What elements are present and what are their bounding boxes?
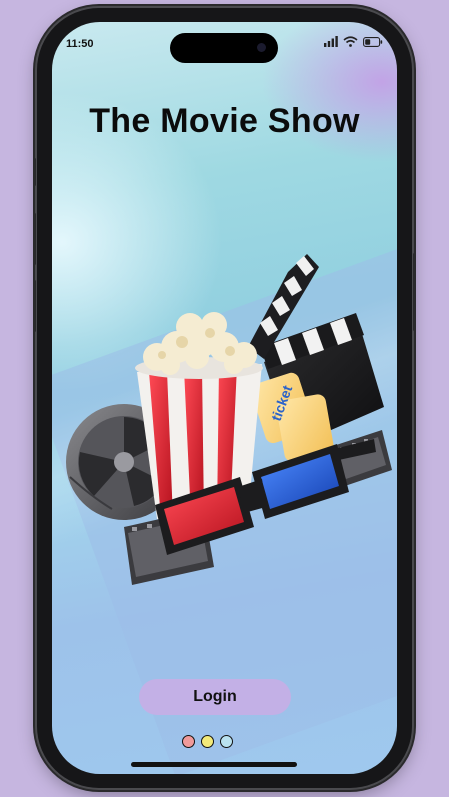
mute-switch	[33, 158, 36, 186]
page-dot-2[interactable]	[201, 735, 214, 748]
app-title: The Movie Show	[89, 102, 360, 140]
power-button	[413, 253, 416, 331]
page-dot-1[interactable]	[182, 735, 195, 748]
phone-frame: 11:50 The Movie Show ticket Login	[33, 8, 416, 788]
battery-icon	[363, 36, 383, 47]
dynamic-island	[170, 33, 278, 63]
pagination-dots	[182, 735, 233, 748]
page-dot-3[interactable]	[220, 735, 233, 748]
status-icons	[324, 36, 383, 47]
home-indicator[interactable]	[131, 762, 297, 767]
popcorn	[143, 312, 257, 375]
wifi-icon	[343, 36, 358, 47]
signal-icon	[324, 36, 338, 47]
login-button[interactable]: Login	[139, 679, 291, 715]
cinema-objects-illustration: ticket	[66, 254, 392, 585]
status-time: 11:50	[66, 38, 94, 50]
volume-up-button	[33, 213, 36, 265]
volume-down-button	[33, 280, 36, 332]
front-camera	[257, 43, 266, 52]
app-screen: 11:50 The Movie Show ticket Login	[52, 22, 397, 774]
